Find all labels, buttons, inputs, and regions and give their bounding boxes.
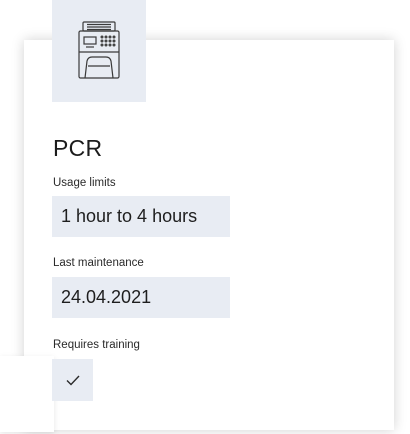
usage-limits-label: Usage limits xyxy=(53,177,116,189)
checkmark-icon xyxy=(66,375,80,386)
last-maintenance-field[interactable]: 24.04.2021 xyxy=(52,277,230,318)
requires-training-label: Requires training xyxy=(53,339,140,351)
pcr-machine-icon xyxy=(78,21,120,79)
requires-training-checkbox[interactable] xyxy=(52,359,93,401)
equipment-icon-tile xyxy=(52,0,146,102)
equipment-detail-page: PCR Usage limits 1 hour to 4 hours Last … xyxy=(0,0,410,434)
usage-limits-field[interactable]: 1 hour to 4 hours xyxy=(52,196,230,237)
last-maintenance-label: Last maintenance xyxy=(53,257,144,269)
equipment-name: PCR xyxy=(53,135,103,161)
overlapping-panel xyxy=(0,356,54,432)
